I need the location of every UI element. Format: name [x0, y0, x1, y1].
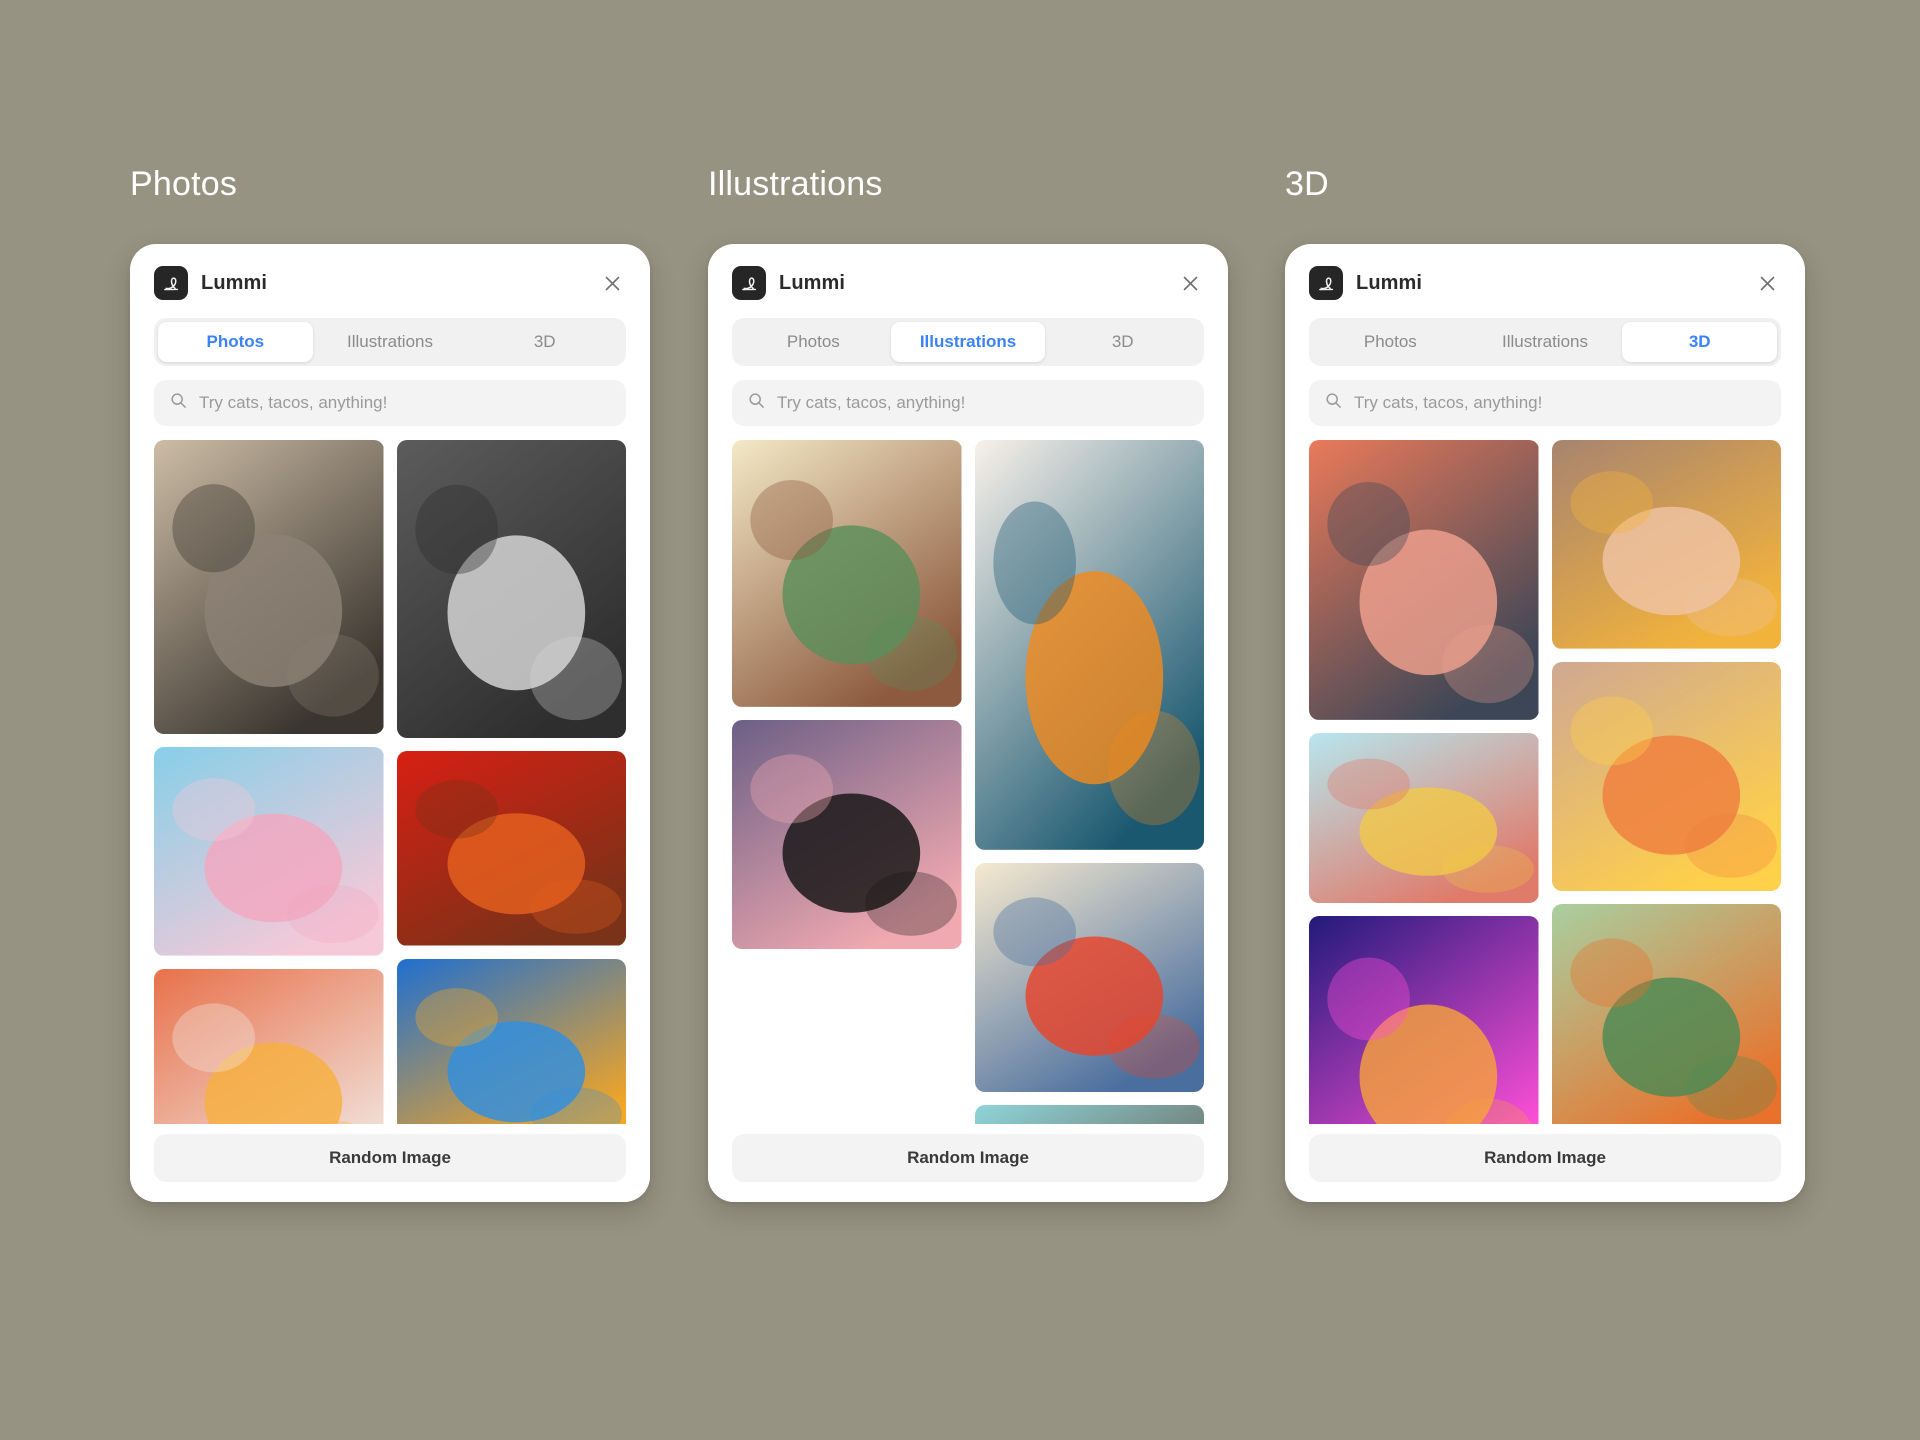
tab-illustrations[interactable]: Illustrations [890, 322, 1046, 362]
tab-illustrations[interactable]: Illustrations [1468, 322, 1623, 362]
tab-photos[interactable]: Photos [736, 322, 891, 362]
render-home-office-scene[interactable] [1309, 732, 1539, 903]
close-icon[interactable] [598, 269, 626, 297]
render-volcano-eruption[interactable] [1551, 661, 1781, 892]
search-placeholder: Try cats, tacos, anything! [1354, 393, 1543, 412]
section-title-photos: Photos [130, 165, 238, 203]
search-placeholder: Try cats, tacos, anything! [777, 393, 966, 412]
tab-illustrations[interactable]: Illustrations [313, 322, 468, 362]
search-icon [748, 392, 765, 414]
tab-photos[interactable]: Photos [1313, 322, 1468, 362]
lummi-card-3d: Lummi Photos Illustrations 3D Try cats, taco… [1285, 244, 1805, 1202]
search-icon [170, 392, 187, 414]
random-image-button[interactable]: Random Image [732, 1134, 1204, 1182]
masonry-columns [1309, 440, 1781, 1124]
lummi-script-l-icon [154, 266, 188, 300]
lummi-card-photos: Lummi Photos Illustrations 3D Try cats, taco… [130, 244, 650, 1202]
random-image-button[interactable]: Random Image [1309, 1134, 1781, 1182]
brand-name: Lummi [201, 271, 268, 294]
lummi-script-l-icon [732, 266, 766, 300]
card-footer: Random Image [708, 1124, 1228, 1202]
search-icon [1325, 392, 1342, 414]
tab-3d[interactable]: 3D [1045, 322, 1200, 362]
photo-pink-chair[interactable] [154, 747, 384, 956]
tab-3d[interactable]: 3D [467, 322, 622, 362]
masonry-columns [732, 440, 1204, 1124]
search-placeholder: Try cats, tacos, anything! [199, 393, 388, 412]
photo-plant-shadow-wall[interactable] [154, 440, 384, 735]
section-title-3d: 3D [1285, 165, 1329, 203]
illustration-person-black-hat[interactable] [732, 719, 962, 950]
tab-bar: Photos Illustrations 3D [154, 318, 626, 366]
lummi-script-l-icon [1309, 266, 1343, 300]
illustration-cafe-counter-people[interactable] [974, 862, 1204, 1093]
photo-man-orange-suit[interactable] [396, 751, 626, 946]
photo-blue-house[interactable] [396, 958, 626, 1124]
image-results-grid[interactable] [154, 440, 626, 1124]
card-header: Lummi [130, 244, 650, 310]
render-neon-wine-glass[interactable] [1309, 915, 1539, 1124]
search-input[interactable]: Try cats, tacos, anything! [154, 380, 626, 426]
card-header: Lummi [708, 244, 1228, 310]
card-footer: Random Image [130, 1124, 650, 1202]
tab-bar: Photos Illustrations 3D [1309, 318, 1781, 366]
random-image-button[interactable]: Random Image [154, 1134, 626, 1182]
photo-couple-embrace-bw[interactable] [396, 440, 626, 739]
illustration-father-and-children[interactable] [732, 440, 962, 707]
illustration-abstract-leaves-shapes[interactable] [974, 440, 1204, 850]
render-ramen-bowl[interactable] [1551, 440, 1781, 649]
card-footer: Random Image [1285, 1124, 1805, 1202]
search-input[interactable]: Try cats, tacos, anything! [732, 380, 1204, 426]
photo-peach-cocktail[interactable] [154, 968, 384, 1124]
tab-3d[interactable]: 3D [1622, 322, 1778, 362]
lummi-card-illustrations: Lummi Photos Illustrations 3D Try cats, taco… [708, 244, 1228, 1202]
render-fox-pine-forest[interactable] [1551, 904, 1781, 1124]
close-icon[interactable] [1176, 269, 1204, 297]
tab-bar: Photos Illustrations 3D [732, 318, 1204, 366]
section-title-illustrations: Illustrations [708, 165, 883, 203]
brand-name: Lummi [779, 271, 846, 294]
tab-photos[interactable]: Photos [158, 322, 313, 362]
render-girl-pink-coat[interactable] [1309, 440, 1539, 720]
brand-name: Lummi [1356, 271, 1423, 294]
card-header: Lummi [1285, 244, 1805, 310]
close-icon[interactable] [1753, 269, 1781, 297]
search-input[interactable]: Try cats, tacos, anything! [1309, 380, 1781, 426]
illustration-woman-sun-hat-sea[interactable] [974, 1105, 1204, 1124]
image-results-grid[interactable] [732, 440, 1204, 1124]
masonry-columns [154, 440, 626, 1124]
image-results-grid[interactable] [1309, 440, 1781, 1124]
page-root: Photos Lummi Photos Illustrations 3D Try cat… [0, 0, 1920, 1440]
